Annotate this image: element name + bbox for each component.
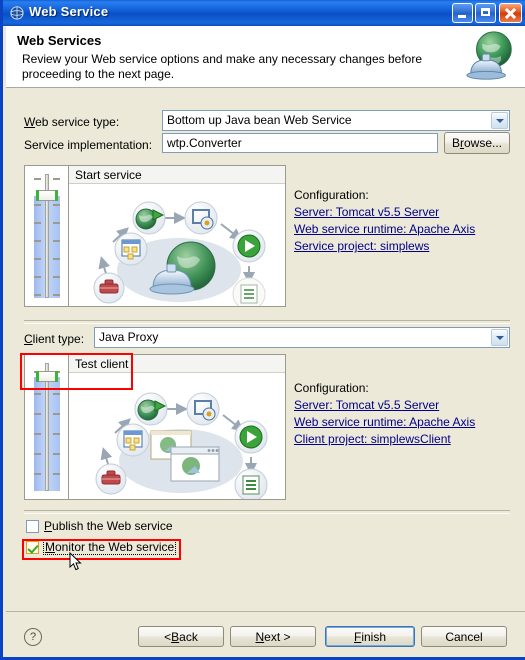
service-configuration-title: Configuration: [294,188,369,202]
publish-webservice-checkbox[interactable] [26,520,39,533]
page-description: Review your Web service options and make… [22,52,422,81]
service-stage-label: Start service [75,168,142,182]
client-slider[interactable] [24,354,68,500]
service-slider[interactable] [24,165,68,307]
service-implementation-label: Service implementation: [24,138,153,152]
client-configuration: Configuration: Server: Tomcat v5.5 Serve… [294,381,475,446]
service-type-value: Bottom up Java bean Web Service [167,113,352,127]
service-configuration: Configuration: Server: Tomcat v5.5 Serve… [294,188,475,253]
close-button[interactable] [499,3,522,23]
client-type-value: Java Proxy [99,330,159,344]
monitor-webservice-label: Monitor the Web service [42,539,177,555]
service-implementation-value: wtp.Converter [167,136,242,150]
minimize-button[interactable] [452,3,473,23]
client-stage-header: Test client [69,355,285,373]
back-button[interactable]: < Back [138,626,224,647]
browse-button[interactable]: Br owse... [444,132,510,154]
mouse-cursor [69,552,82,571]
client-type-label: Client type: [24,332,85,346]
web-service-globe-icon [466,31,512,80]
service-link-project[interactable]: Service project: simplews [294,239,475,253]
finish-button[interactable]: Finish [325,626,415,647]
service-type-combobox[interactable]: Bottom up Java bean Web Service [162,110,510,131]
service-slider-thumb[interactable] [36,190,58,201]
client-diagram: Test client [68,354,286,500]
service-diagram: Start service [68,165,286,307]
wizard-header: Web Services Review your Web service opt… [6,26,525,88]
service-scenario-panel: Start service [24,165,286,307]
client-link-server[interactable]: Server: Tomcat v5.5 Server [294,398,475,412]
client-flow-diagram [95,392,268,499]
divider-2 [24,510,510,514]
chevron-down-icon[interactable] [491,112,508,129]
publish-webservice-label: Publish the Web service [44,519,173,533]
service-link-server[interactable]: Server: Tomcat v5.5 Server [294,205,475,219]
service-implementation-input[interactable]: wtp.Converter [162,133,438,153]
help-button[interactable]: ? [24,628,42,646]
client-link-runtime[interactable]: Web service runtime: Apache Axis [294,415,475,429]
client-slider-thumb[interactable] [36,371,58,382]
window-title: Web Service [29,4,109,19]
client-slider-track[interactable] [34,363,60,491]
service-flow-diagram [93,201,266,306]
wizard-footer: ? < Back Next > Finish Cancel [6,611,525,657]
client-link-project[interactable]: Client project: simplewsClient [294,432,475,446]
client-type-combobox[interactable]: Java Proxy [94,327,510,348]
monitor-webservice-checkbox[interactable] [26,541,39,554]
client-stage-label: Test client [75,357,129,371]
title-bar: Web Service [3,0,525,26]
web-service-wizard-dialog: Web Service Web Services Review your Web… [0,0,525,660]
maximize-button[interactable] [475,3,496,23]
client-scenario-panel: Test client [24,354,286,500]
chevron-down-icon[interactable] [491,329,508,346]
service-stage-header: Start service [69,166,285,184]
service-link-runtime[interactable]: Web service runtime: Apache Axis [294,222,475,236]
client-configuration-title: Configuration: [294,381,369,395]
divider-1 [24,320,510,324]
window-globe-icon [10,6,24,20]
service-type-label: Web service type: [24,115,120,129]
next-button[interactable]: Next > [230,626,316,647]
cancel-button[interactable]: Cancel [421,626,507,647]
page-title: Web Services [17,33,102,48]
wizard-body: Web service type: Bottom up Java bean We… [6,88,525,657]
client-slider-bar [45,363,49,491]
service-slider-track[interactable] [34,174,60,298]
